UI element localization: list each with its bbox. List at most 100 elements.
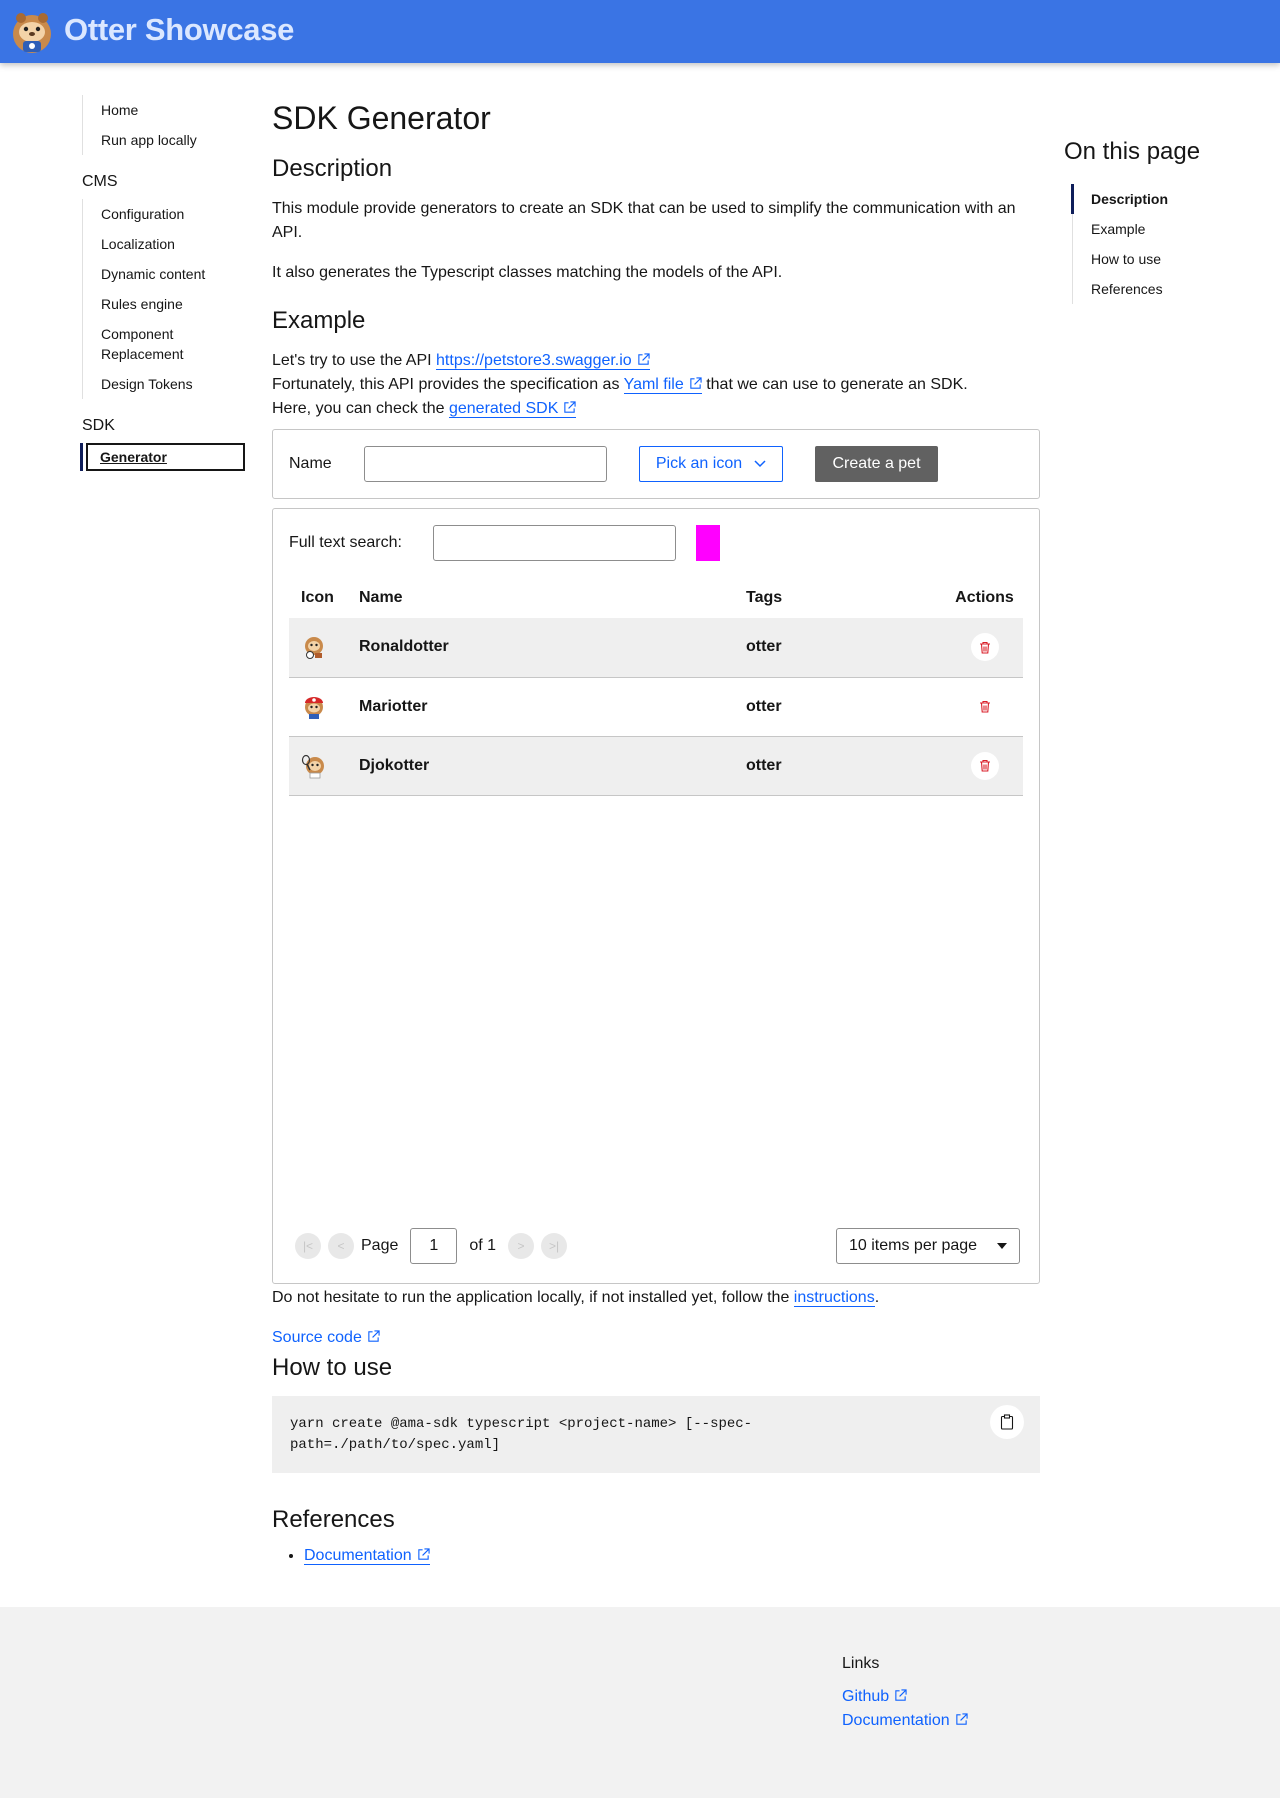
column-header-name: Name [359,588,403,606]
petstore-link[interactable]: https://petstore3.swagger.io [436,352,650,370]
documentation-link[interactable]: Documentation [304,1547,430,1565]
yaml-file-link-text: Yaml file [623,376,684,393]
pet-name-input[interactable] [364,446,607,482]
external-link-icon [564,401,577,413]
sidebar-item-dynamic-content[interactable]: Dynamic content [83,259,247,289]
sidebar-nav: Home Run app locally CMS Configuration L… [80,95,247,489]
example-line-1-text: Let's try to use the API [272,352,437,369]
sidebar-item-generator[interactable]: Generator [80,443,245,471]
description-paragraph-1: This module provide generators to create… [272,200,1016,241]
list-item: Documentation [304,1544,1040,1568]
sidebar-item-configuration[interactable]: Configuration [83,199,247,229]
external-link-icon [417,1548,430,1560]
footer: Links Github Documentation [0,1607,1280,1798]
references-heading: References [272,1506,395,1533]
items-per-page-value: 10 items per page [849,1237,978,1254]
table-row: Ronaldotter otter [289,618,1023,678]
actions-cell [946,677,1023,737]
table-row: Djokotter otter [289,736,1023,796]
external-link-icon [895,1689,907,1701]
pet-name-cell: Djokotter [359,736,746,796]
full-text-search-input[interactable] [433,525,676,561]
items-per-page-select[interactable]: 10 items per page [836,1228,1020,1264]
run-locally-post: . [874,1289,880,1306]
code-text[interactable]: yarn create @ama-sdk typescript <project… [290,1414,810,1456]
column-header-actions: Actions [955,588,1014,606]
toc-title: On this page [1064,138,1201,165]
brand-title[interactable]: Otter Showcase [64,12,294,48]
toc-item-example[interactable]: Example [1073,214,1264,244]
how-to-use-heading: How to use [272,1354,393,1381]
footer-documentation-text: Documentation [842,1712,950,1729]
references-list: Documentation [304,1544,1040,1568]
name-label: Name [289,455,332,472]
top-bar: Otter Showcase [0,0,1280,63]
otter-logo-icon[interactable] [8,8,56,56]
sidebar-item-design-tokens[interactable]: Design Tokens [83,369,247,399]
run-locally-line: Do not hesitate to run the application l… [272,1286,1040,1310]
documentation-link-text: Documentation [304,1547,412,1564]
footer-github-text: Github [842,1688,890,1705]
pick-icon-label: Pick an icon [655,455,743,472]
pet-table: Icon Name Tags Actions Ronaldotter otter… [289,577,1023,796]
last-page-icon[interactable]: >| [541,1233,568,1259]
next-page-icon[interactable]: > [508,1233,535,1259]
example-line-2-post: that we can use to generate an SDK. [701,376,968,393]
page-label: Page [361,1237,399,1254]
instructions-link[interactable]: instructions [793,1289,875,1307]
sidebar-item-run-app-locally[interactable]: Run app locally [83,125,247,155]
page-number-input[interactable]: 1 [410,1228,458,1264]
code-snippet: yarn create @ama-sdk typescript <project… [272,1396,1040,1473]
yaml-file-link[interactable]: Yaml file [623,376,702,394]
description-heading: Description [272,155,393,182]
pet-tags-cell: otter [746,736,946,796]
delete-button[interactable] [971,693,999,721]
trash-icon [979,641,990,654]
column-header-tags: Tags [746,588,783,606]
pet-tags-cell: otter [746,618,946,678]
external-link-icon [690,377,702,389]
otter-soccer-icon [305,637,323,660]
sidebar-heading-sdk: SDK [82,417,115,434]
generated-sdk-link[interactable]: generated SDK [448,400,577,418]
sidebar-item-localization[interactable]: Localization [83,229,247,259]
toc-item-description[interactable]: Description [1071,184,1264,214]
copy-button[interactable] [990,1405,1024,1439]
otter-tennis-icon [301,754,324,778]
toc-item-references[interactable]: References [1073,274,1264,304]
search-label: Full text search: [289,534,402,551]
toc-list: Description Example How to use Reference… [1071,184,1264,304]
pet-name-cell: Mariotter [359,677,746,737]
footer-heading: Links [842,1655,880,1672]
source-code-link[interactable]: Source code [272,1329,380,1346]
example-line-3-text: Here, you can check the [272,400,449,417]
external-link-icon [368,1330,380,1342]
footer-documentation-link[interactable]: Documentation [842,1709,968,1733]
footer-links: Links Github Documentation [842,1655,968,1733]
pagination: |< < Page 1 of 1 > >| [295,1228,574,1264]
delete-button[interactable] [970,751,999,780]
pet-icon-cell [289,677,359,737]
table-header-row: Icon Name Tags Actions [289,577,1023,618]
main-content: SDK Generator Description This module pr… [272,100,1040,1568]
accent-block [696,525,720,561]
source-code-line: Source code [272,1326,1040,1350]
pet-tags-cell: otter [746,677,946,737]
toc-item-how-to-use[interactable]: How to use [1073,244,1264,274]
caret-down-icon [997,1243,1007,1249]
sidebar-item-home[interactable]: Home [83,95,247,125]
sidebar-item-component-replacement[interactable]: Component Replacement [83,319,184,369]
example-line-3: Here, you can check the generated SDK [272,397,1040,421]
first-page-icon[interactable]: |< [295,1233,321,1259]
create-pet-button[interactable]: Create a pet [815,446,938,482]
pick-icon-dropdown[interactable]: Pick an icon [639,446,783,482]
example-line-2-text: Fortunately, this API provides the speci… [272,376,624,393]
previous-page-icon[interactable]: < [328,1233,354,1259]
footer-github-link[interactable]: Github [842,1685,968,1709]
sidebar-item-rules-engine[interactable]: Rules engine [83,289,247,319]
sidebar-heading-cms: CMS [82,173,118,190]
example-line-2: Fortunately, this API provides the speci… [272,373,1040,397]
delete-button[interactable] [970,633,999,662]
nav-group-cms: Configuration Localization Dynamic conte… [82,199,247,399]
trash-icon [979,759,990,772]
